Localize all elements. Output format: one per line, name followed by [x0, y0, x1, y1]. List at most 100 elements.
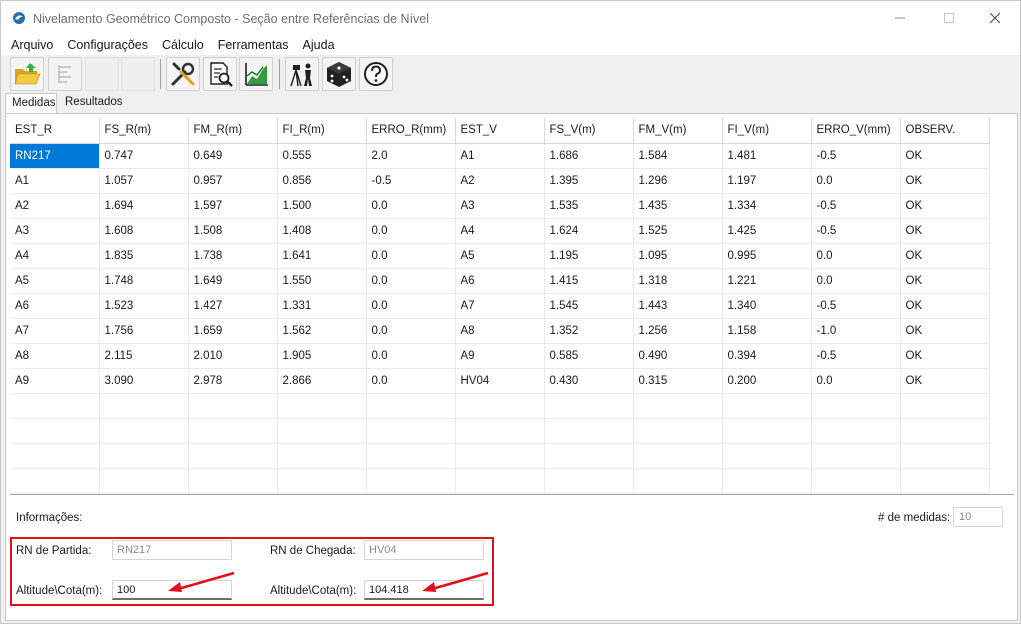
table-cell[interactable]: 1.425 [722, 218, 812, 244]
table-cell[interactable]: 0.747 [99, 143, 189, 169]
table-cell[interactable]: 0.0 [811, 168, 901, 194]
column-header[interactable]: EST_V [455, 118, 545, 144]
table-cell[interactable]: 1.340 [722, 293, 812, 319]
table-cell[interactable]: OK [900, 193, 990, 219]
rn-chegada-field[interactable]: HV04 [364, 540, 484, 560]
settings-tools-button[interactable] [166, 57, 200, 91]
table-cell[interactable]: OK [900, 343, 990, 369]
table-cell[interactable]: 0.0 [366, 318, 456, 344]
table-cell[interactable]: A5 [455, 243, 545, 269]
menu-calculo[interactable]: Cálculo [155, 38, 211, 52]
table-cell[interactable]: 1.352 [544, 318, 634, 344]
table-cell[interactable]: 2.866 [277, 368, 367, 394]
table-cell[interactable]: A7 [10, 318, 100, 344]
table-cell[interactable]: 0.0 [366, 243, 456, 269]
table-cell[interactable]: A2 [10, 193, 100, 219]
column-header[interactable]: FM_R(m) [188, 118, 278, 144]
help-button[interactable] [359, 57, 393, 91]
table-cell[interactable]: 1.545 [544, 293, 634, 319]
table-cell[interactable]: 0.856 [277, 168, 367, 194]
table-cell[interactable]: 1.296 [633, 168, 723, 194]
table-row[interactable]: A5 1.748 1.649 1.550 0.0 A6 1.415 1.318 1.221 0.0… [10, 268, 990, 294]
column-header[interactable]: FI_R(m) [277, 118, 367, 144]
table-cell[interactable]: 0.957 [188, 168, 278, 194]
table-cell[interactable]: 1.095 [633, 243, 723, 269]
table-cell[interactable]: 0.995 [722, 243, 812, 269]
table-cell[interactable]: -0.5 [811, 143, 901, 169]
table-cell[interactable]: 1.408 [277, 218, 367, 244]
table-cell[interactable]: 0.315 [633, 368, 723, 394]
column-header[interactable]: FM_V(m) [633, 118, 723, 144]
table-cell[interactable]: 0.555 [277, 143, 367, 169]
table-row[interactable]: A8 2.115 2.010 1.905 0.0 A9 0.585 0.490 0.394 -0.… [10, 343, 990, 369]
table-cell[interactable]: 0.200 [722, 368, 812, 394]
table-cell[interactable]: 0.0 [811, 268, 901, 294]
column-header[interactable]: ERRO_R(mm) [366, 118, 456, 144]
close-button[interactable] [972, 1, 1018, 35]
column-header[interactable]: FS_V(m) [544, 118, 634, 144]
table-cell[interactable]: A4 [455, 218, 545, 244]
table-row[interactable]: A6 1.523 1.427 1.331 0.0 A7 1.545 1.443 1.340 -0.… [10, 293, 990, 319]
table-cell[interactable]: 0.430 [544, 368, 634, 394]
table-cell[interactable]: 1.905 [277, 343, 367, 369]
table-cell[interactable]: 1.659 [188, 318, 278, 344]
table-cell[interactable]: 0.394 [722, 343, 812, 369]
table-cell[interactable]: A1 [455, 143, 545, 169]
table-cell[interactable]: 1.197 [722, 168, 812, 194]
table-cell[interactable]: OK [900, 218, 990, 244]
table-cell[interactable]: 1.584 [633, 143, 723, 169]
table-cell[interactable]: 1.550 [277, 268, 367, 294]
minimize-button[interactable] [877, 1, 923, 35]
table-cell[interactable]: 3.090 [99, 368, 189, 394]
table-cell[interactable]: A6 [10, 293, 100, 319]
table-cell[interactable]: 1.415 [544, 268, 634, 294]
column-header[interactable]: FS_R(m) [99, 118, 189, 144]
table-cell[interactable]: 2.010 [188, 343, 278, 369]
table-cell[interactable]: 1.331 [277, 293, 367, 319]
align-button[interactable] [48, 57, 82, 91]
table-row[interactable]: A3 1.608 1.508 1.408 0.0 A4 1.624 1.525 1.425 -0.… [10, 218, 990, 244]
table-cell[interactable]: 1.562 [277, 318, 367, 344]
column-header[interactable]: FI_V(m) [722, 118, 812, 144]
table-cell[interactable]: 1.427 [188, 293, 278, 319]
table-cell[interactable]: 0.649 [188, 143, 278, 169]
report-preview-button[interactable] [203, 57, 237, 91]
toolbar-blank-button-1[interactable] [85, 57, 119, 91]
surveying-button[interactable] [285, 57, 319, 91]
random-button[interactable] [322, 57, 356, 91]
table-cell[interactable]: 0.0 [366, 193, 456, 219]
table-cell[interactable]: -0.5 [811, 193, 901, 219]
table-cell[interactable]: 2.978 [188, 368, 278, 394]
column-header[interactable]: OBSERV. [900, 118, 990, 144]
tab-resultados[interactable]: Resultados [59, 93, 123, 113]
table-cell[interactable]: RN217 [10, 143, 100, 169]
table-cell[interactable]: A5 [10, 268, 100, 294]
table-cell[interactable]: OK [900, 268, 990, 294]
table-row[interactable]: A7 1.756 1.659 1.562 0.0 A8 1.352 1.256 1.158 -1.… [10, 318, 990, 344]
table-row[interactable]: A9 3.090 2.978 2.866 0.0 HV04 0.430 0.315 0.200 0… [10, 368, 990, 394]
table-row[interactable]: A4 1.835 1.738 1.641 0.0 A5 1.195 1.095 0.995 0.0… [10, 243, 990, 269]
table-cell[interactable]: OK [900, 243, 990, 269]
table-cell[interactable]: 0.0 [366, 343, 456, 369]
table-cell[interactable]: 1.158 [722, 318, 812, 344]
table-cell[interactable]: 0.0 [366, 268, 456, 294]
table-cell[interactable]: A7 [455, 293, 545, 319]
table-cell[interactable]: 1.256 [633, 318, 723, 344]
table-row[interactable]: RN217 0.747 0.649 0.555 2.0 A1 1.686 1.584 1.481… [10, 143, 990, 169]
table-cell[interactable]: 1.318 [633, 268, 723, 294]
table-cell[interactable]: 0.585 [544, 343, 634, 369]
table-cell[interactable]: A8 [10, 343, 100, 369]
table-cell[interactable]: 0.490 [633, 343, 723, 369]
table-cell[interactable]: A4 [10, 243, 100, 269]
table-cell[interactable]: 1.535 [544, 193, 634, 219]
table-cell[interactable]: 0.0 [811, 368, 901, 394]
table-cell[interactable]: 0.0 [366, 293, 456, 319]
table-cell[interactable]: -0.5 [811, 343, 901, 369]
table-cell[interactable]: OK [900, 318, 990, 344]
table-cell[interactable]: 1.500 [277, 193, 367, 219]
table-cell[interactable]: 1.608 [99, 218, 189, 244]
table-cell[interactable]: -0.5 [366, 168, 456, 194]
rn-partida-field[interactable]: RN217 [112, 540, 232, 560]
table-cell[interactable]: -1.0 [811, 318, 901, 344]
table-cell[interactable]: 0.0 [366, 218, 456, 244]
